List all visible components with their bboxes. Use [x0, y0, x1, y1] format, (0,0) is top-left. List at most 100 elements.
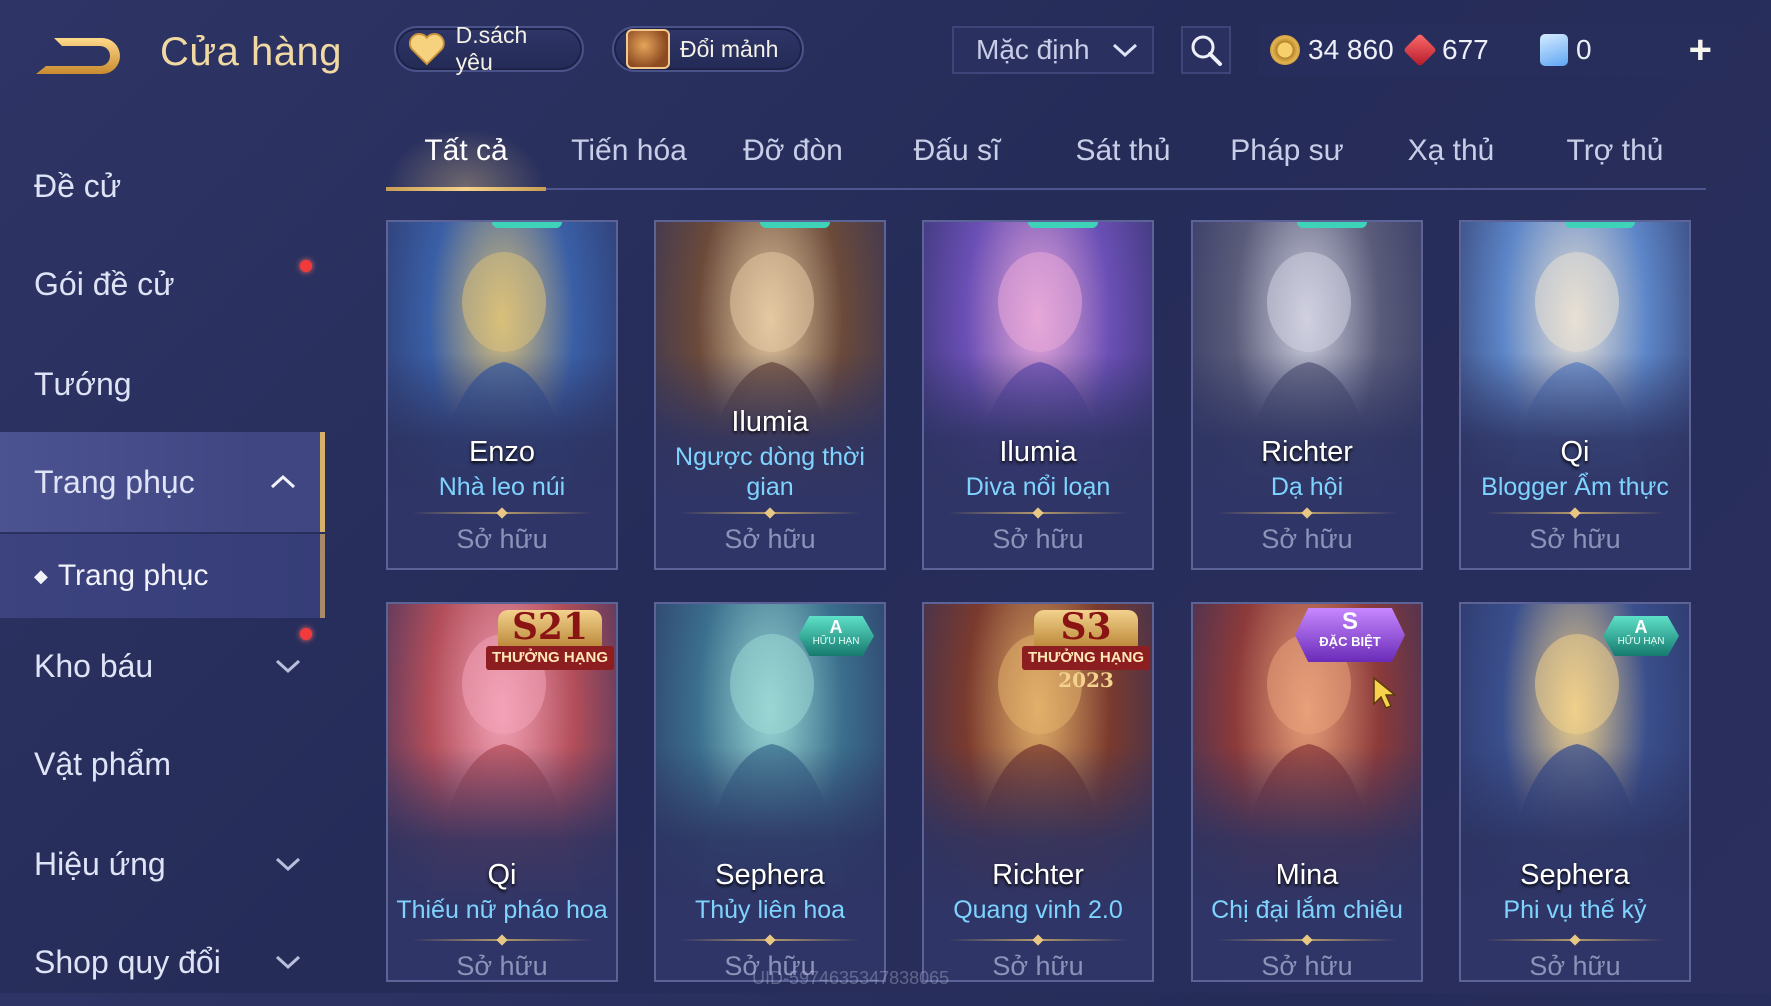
special-tier-badge: S ĐẶC BIỆT: [1295, 608, 1405, 662]
voucher-amount: 0: [1576, 34, 1592, 65]
tab-fighter[interactable]: Đấu sĩ: [882, 134, 1032, 168]
badge-label: ĐẶC BIỆT: [1319, 634, 1381, 649]
sidebar-item-bundles[interactable]: Gói đề cử: [0, 240, 325, 328]
rank-reward-badge: S3 THƯỞNG HẠNG 2023: [1022, 606, 1150, 692]
chevron-down-icon: [275, 659, 301, 674]
top-marker: [1028, 222, 1098, 228]
owned-status: Sở hữu: [1529, 524, 1621, 554]
badge-tier: A: [1634, 617, 1648, 637]
badge-label: THƯỞNG HẠNG: [1022, 646, 1150, 670]
sidebar-subitem-label: Trang phục: [57, 559, 209, 592]
hero-name: Richter: [992, 859, 1084, 891]
ruby-amount: 677: [1442, 34, 1489, 65]
uid-watermark: UID-5974635347838065: [752, 968, 950, 988]
tab-mage[interactable]: Pháp sư: [1212, 134, 1362, 168]
skin-card[interactable]: Qi Thiếu nữ pháo hoa Sở hữu S21 THƯỞNG HẠN…: [386, 602, 618, 982]
skin-card[interactable]: Sephera Phi vụ thế kỷ Sở hữu A HỮU HẠN: [1459, 602, 1691, 982]
back-button[interactable]: [32, 32, 124, 82]
sort-value: Mặc định: [976, 34, 1090, 65]
skin-name: Phi vụ thế kỷ: [1503, 896, 1647, 924]
owned-status: Sở hữu: [456, 951, 548, 981]
hero-name: Sephera: [715, 859, 825, 891]
chevron-down-icon: [1112, 43, 1138, 58]
chevron-down-icon: [275, 857, 301, 872]
sidebar-item-label: Hiệu ứng: [34, 845, 166, 882]
owned-status: Sở hữu: [992, 524, 1084, 554]
skin-name: Chị đại lắm chiêu: [1211, 896, 1403, 924]
skin-name: Nhà leo núi: [438, 473, 566, 501]
skin-card[interactable]: Ilumia Ngược dòng thời gian Sở hữu: [654, 220, 886, 570]
badge-season: S3: [1060, 606, 1112, 648]
sidebar-item-label: Kho báu: [34, 647, 154, 684]
skin-card[interactable]: Mina Chị đại lắm chiêu Sở hữu S ĐẶC BIỆT: [1191, 602, 1423, 982]
tab-all[interactable]: Tất cả: [391, 134, 541, 168]
badge-label: THƯỞNG HẠNG: [486, 646, 614, 670]
chevron-down-icon: [275, 955, 301, 970]
skin-card[interactable]: Sephera Thủy liên hoa Sở hữu A HỮU HẠN: [654, 602, 886, 982]
limited-tier-badge: A HỮU HẠN: [1603, 616, 1679, 656]
sidebar-item-label: Gói đề cử: [34, 265, 175, 302]
rank-reward-badge: S21 THƯỞNG HẠNG: [486, 606, 614, 672]
owned-status: Sở hữu: [1261, 951, 1353, 981]
badge-tier: S: [1341, 608, 1358, 635]
hero-name: Enzo: [468, 436, 536, 468]
sidebar-item-recommended[interactable]: Đề cử: [0, 142, 325, 230]
gold-amount: 34 860: [1308, 34, 1394, 65]
skin-card[interactable]: Richter Dạ hội Sở hữu: [1191, 220, 1423, 570]
skin-card[interactable]: Ilumia Diva nổi loạn Sở hữu: [922, 220, 1154, 570]
sidebar-item-skins[interactable]: Trang phục: [0, 432, 325, 532]
tab-assassin[interactable]: Sát thủ: [1048, 134, 1198, 168]
owned-status: Sở hữu: [992, 951, 1084, 981]
hero-name: Qi: [487, 859, 517, 891]
bullet-diamond-icon: ◆: [34, 565, 48, 586]
sidebar-item-items[interactable]: Vật phẩm: [0, 720, 325, 808]
role-tabs: Tất cả Tiến hóa Đỡ đòn Đấu sĩ Sát thủ Ph…: [386, 122, 1706, 191]
sort-dropdown[interactable]: Mặc định: [952, 26, 1154, 74]
search-button[interactable]: [1181, 26, 1231, 74]
favorites-label: D.sách yêu: [455, 22, 528, 75]
badge-season: S21: [511, 606, 589, 648]
tab-evolution[interactable]: Tiến hóa: [554, 134, 704, 168]
top-up-plus-button[interactable]: +: [1689, 28, 1712, 73]
favorites-button[interactable]: D.sách yêu: [394, 22, 584, 75]
owned-status: Sở hữu: [1529, 951, 1621, 981]
hero-name: Ilumia: [731, 406, 809, 438]
skin-name: Ngược dòng thời gian: [675, 443, 865, 501]
skin-card[interactable]: Qi Blogger Ẩm thực Sở hữu: [1459, 220, 1691, 570]
hero-name: Sephera: [1520, 859, 1630, 891]
skin-name: Dạ hội: [1270, 473, 1344, 501]
currency-bar: 34 860 677 0 +: [1258, 24, 1730, 76]
hero-name: Ilumia: [999, 436, 1077, 468]
sidebar-item-label: Shop quy đổi: [34, 943, 221, 980]
gold-balance: 34 860: [1270, 34, 1394, 66]
owned-status: Sở hữu: [724, 524, 816, 554]
chest-icon: [626, 29, 670, 69]
owned-status: Sở hữu: [1261, 524, 1353, 554]
top-marker: [1565, 222, 1635, 228]
skin-card[interactable]: Enzo Nhà leo núi Sở hữu: [386, 220, 618, 570]
badge-label: HỮU HẠN: [1617, 636, 1665, 647]
chevron-up-icon: [270, 474, 296, 489]
sidebar-subitem-skins[interactable]: ◆ Trang phục: [0, 534, 325, 618]
exchange-label: Đổi mảnh: [680, 35, 779, 62]
badge-year: 2023: [1058, 668, 1114, 692]
hero-name: Mina: [1275, 859, 1339, 891]
page-title: Cửa hàng: [160, 30, 343, 74]
top-marker: [760, 222, 830, 228]
skin-card[interactable]: Richter Quang vinh 2.0 Sở hữu S3 THƯỞNG HẠ…: [922, 602, 1154, 982]
top-marker: [492, 222, 562, 228]
exchange-shards-button[interactable]: Đổi mảnh: [612, 26, 804, 72]
sidebar-item-heroes[interactable]: Tướng: [0, 340, 325, 428]
tab-tank[interactable]: Đỡ đòn: [718, 134, 868, 168]
hero-name: Qi: [1560, 436, 1590, 468]
tab-marksman[interactable]: Xạ thủ: [1376, 134, 1526, 168]
sidebar-item-label: Đề cử: [34, 167, 122, 204]
skin-name: Quang vinh 2.0: [953, 896, 1123, 924]
ruby-icon: [1403, 33, 1437, 67]
sidebar-item-treasure[interactable]: Kho báu: [0, 622, 325, 710]
sidebar-item-effects[interactable]: Hiệu ứng: [0, 820, 325, 908]
skin-name: Blogger Ẩm thực: [1481, 473, 1669, 501]
skin-name: Thiếu nữ pháo hoa: [396, 896, 608, 924]
tab-support[interactable]: Trợ thủ: [1540, 134, 1690, 168]
mouse-cursor-icon: [1373, 676, 1396, 709]
